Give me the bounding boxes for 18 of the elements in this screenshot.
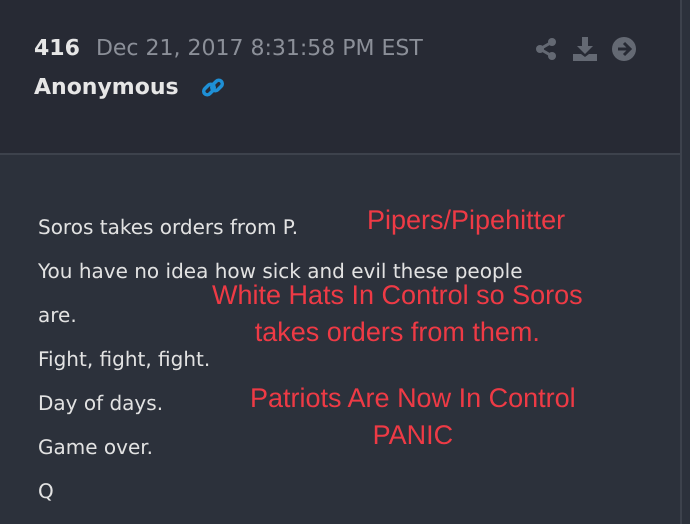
post-text-line: Game over. bbox=[38, 435, 154, 459]
arrow-right-icon[interactable] bbox=[612, 36, 636, 60]
post-date: Dec 21, 2017 8:31:58 PM EST bbox=[96, 36, 423, 61]
annotation-text: PANIC bbox=[372, 419, 454, 452]
share-icon[interactable] bbox=[534, 36, 558, 60]
post-number: 416 bbox=[34, 36, 80, 61]
post-text-line: You have no idea how sick and evil these people bbox=[38, 259, 523, 283]
download-icon[interactable] bbox=[572, 36, 598, 60]
post-text-line: Soros takes orders from P. bbox=[38, 215, 298, 239]
author-name: Anonymous bbox=[34, 75, 179, 100]
post-text-line: Q bbox=[38, 479, 54, 503]
annotation-text: Pipers/Pipehitter bbox=[367, 204, 566, 237]
annotation-text: takes orders from them. bbox=[254, 316, 541, 349]
post-text-line: Fight, fight, fight. bbox=[38, 347, 210, 371]
link-icon[interactable] bbox=[200, 76, 225, 100]
post-text-line: are. bbox=[38, 303, 77, 327]
annotation-text: Patriots Are Now In Control bbox=[250, 382, 576, 415]
post-text-line: Day of days. bbox=[38, 391, 164, 415]
